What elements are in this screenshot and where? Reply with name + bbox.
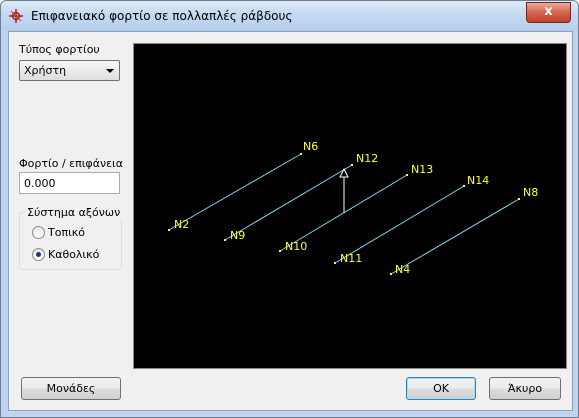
node-point-n2 [168, 229, 170, 231]
dialog-window: Επιφανειακό φορτίο σε πολλαπλές ράβδους … [0, 0, 579, 418]
close-button[interactable]: x [526, 2, 571, 23]
load-type-dropdown[interactable]: Χρήστη [19, 60, 120, 81]
model-viewport[interactable]: N6 N2 N12 N9 N13 N10 N14 N11 N8 N4 [133, 43, 567, 369]
node-label: N11 [340, 252, 362, 265]
node-label: N13 [411, 163, 433, 176]
dialog-body: Τύπος φορτίου Χρήστη Φορτίο / επιφάνεια … [8, 31, 573, 411]
close-icon: x [544, 4, 553, 19]
node-label: N4 [395, 263, 410, 276]
radio-global[interactable] [32, 248, 45, 261]
node-label: N6 [303, 140, 318, 153]
radio-global-label[interactable]: Καθολικό [48, 248, 99, 261]
node-point-n6 [300, 153, 302, 155]
axis-system-title: Σύστημα αξόνων [25, 206, 123, 219]
node-point-n8 [518, 198, 520, 200]
load-value-input[interactable]: 0.000 [19, 172, 120, 194]
window-title: Επιφανειακό φορτίο σε πολλαπλές ράβδους [31, 9, 293, 23]
node-label: N12 [356, 152, 378, 165]
load-value-text: 0.000 [24, 177, 56, 190]
node-point-n11 [334, 262, 336, 264]
axis-system-group [19, 212, 122, 270]
load-type-label: Τύπος φορτίου [19, 43, 100, 56]
load-value-label: Φορτίο / επιφάνεια [19, 157, 124, 170]
units-button[interactable]: Μονάδες [21, 377, 121, 400]
node-point-n10 [279, 250, 281, 252]
model-drawing: N6 N2 N12 N9 N13 N10 N14 N11 N8 N4 [168, 140, 538, 276]
node-label: N9 [230, 229, 245, 242]
node-point-n9 [224, 239, 226, 241]
node-point-n13 [406, 174, 408, 176]
radio-selected-dot [36, 252, 41, 257]
app-icon [9, 9, 23, 23]
node-label: N2 [174, 218, 189, 231]
radio-local-label[interactable]: Τοπικό [48, 226, 85, 239]
ok-button[interactable]: OK [406, 377, 476, 400]
chevron-down-icon [106, 69, 114, 73]
node-point-n14 [463, 185, 465, 187]
node-label: N10 [285, 240, 307, 253]
radio-local[interactable] [32, 226, 45, 239]
node-point-n12 [351, 164, 353, 166]
load-type-selected: Χρήστη [24, 64, 67, 77]
node-point-n4 [390, 273, 392, 275]
node-label: N14 [467, 174, 489, 187]
node-label: N8 [523, 186, 538, 199]
cancel-button[interactable]: Άκυρο [489, 377, 561, 400]
title-bar[interactable]: Επιφανειακό φορτίο σε πολλαπλές ράβδους … [1, 1, 578, 31]
